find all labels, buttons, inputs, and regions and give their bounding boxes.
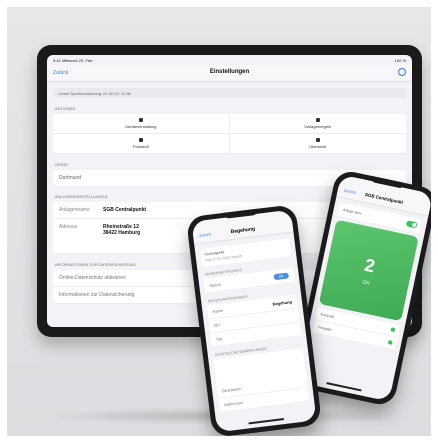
overview-icon	[315, 138, 320, 142]
status-text: OK	[361, 278, 371, 287]
toggle-label: Anlage aktiv	[342, 207, 362, 216]
unit-name-label: Anlagenname	[59, 207, 90, 213]
product-scene: 9:41 Mittwoch 23. Feb. 100 % Zurück Eins…	[7, 7, 431, 436]
status-label: Status	[208, 281, 221, 288]
rules-icon	[315, 118, 320, 122]
section-header-device: GERÄT	[55, 162, 69, 167]
unit-name-value: SGB Centralpunkt	[103, 207, 147, 213]
actions-grid: Geräteverwaltung Vorlagenregeln Protokol…	[53, 114, 406, 154]
action-template-rules[interactable]: Vorlagenregeln	[229, 114, 406, 134]
active-toggle[interactable]	[405, 220, 418, 229]
profile-icon[interactable]	[398, 68, 406, 76]
status-count: 2	[362, 254, 377, 276]
document-icon	[138, 138, 143, 142]
action-label: Übersicht	[309, 144, 327, 149]
battery-status: 100 %	[394, 57, 406, 63]
action-label: Protokoll	[132, 144, 149, 149]
sync-info: Letzte Synchronisierung: 21.02.22, 11:38	[53, 88, 406, 98]
action-label: Vorlagenregeln	[304, 124, 332, 129]
address-line2: 38422 Hamburg	[103, 230, 141, 236]
action-label: Geräteverwaltung	[124, 124, 157, 129]
action-overview[interactable]: Übersicht	[229, 134, 406, 154]
page-title: Einstellungen	[209, 69, 250, 75]
address-value: Rheinstraße 12 38422 Hamburg	[103, 224, 140, 248]
check-icon	[387, 340, 393, 345]
name-label: Name	[212, 307, 224, 314]
name-value: Begehung	[272, 299, 293, 307]
home-indicator	[248, 418, 285, 425]
ok-button[interactable]: OK	[273, 272, 290, 281]
device-icon	[138, 118, 143, 122]
screen-title: Begehung	[230, 226, 256, 236]
check-icon	[390, 327, 396, 333]
list-item-label: Kontrolle	[320, 312, 335, 320]
phone-screen: Zurück Begehung Centralpunkt Seit 27.02.…	[191, 209, 317, 433]
status-bar: 9:41 Mittwoch 23. Feb. 100 %	[47, 55, 412, 65]
home-indicator	[326, 382, 362, 392]
type-label: Typ	[215, 336, 223, 342]
navigation-bar: Zurück Einstellungen	[47, 65, 412, 82]
status-time: 9:41 Mittwoch 23. Feb.	[53, 57, 94, 63]
section-header-actions: AKTIONEN	[55, 106, 76, 111]
list-item-label: Freigabe	[317, 325, 332, 332]
location-label: Ort	[213, 322, 221, 328]
status-card: 2 OK	[318, 219, 419, 322]
action-device-management[interactable]: Geräteverwaltung	[53, 114, 230, 134]
action-protocol[interactable]: Protokoll	[53, 134, 230, 154]
address-label: Adresse	[59, 224, 78, 230]
